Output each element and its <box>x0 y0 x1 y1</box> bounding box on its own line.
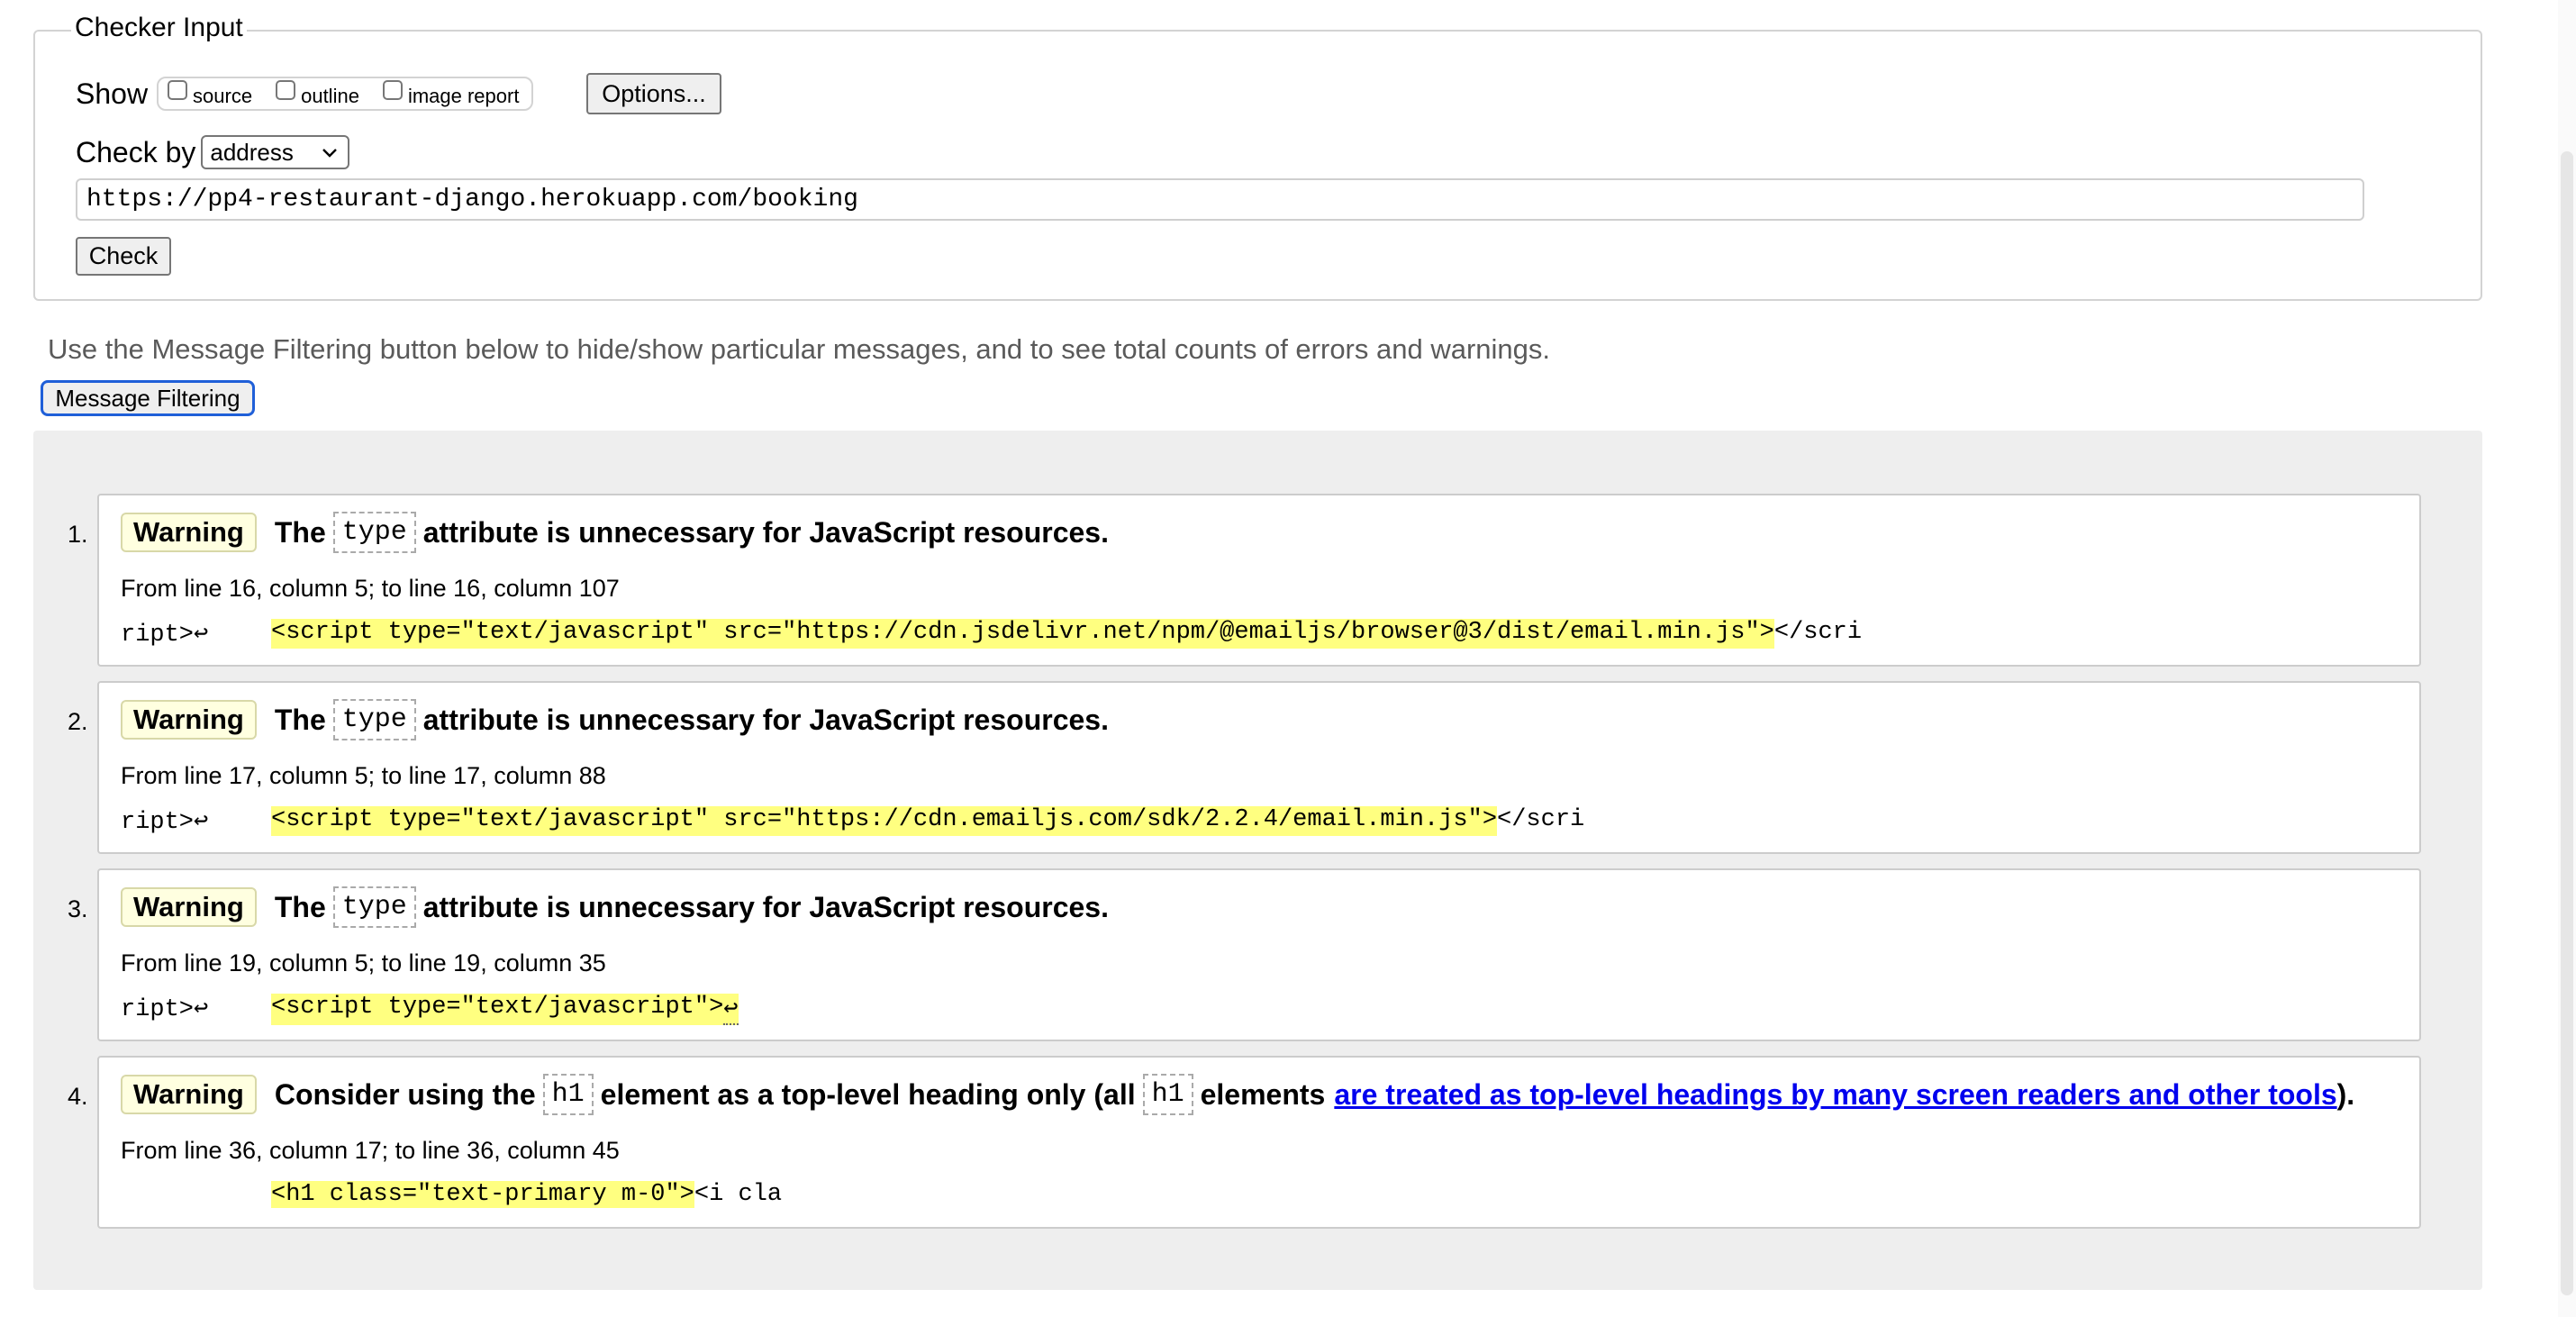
url-input-value: https://pp4-restaurant-django.herokuapp.… <box>86 186 858 213</box>
extract-highlight: <script type="text/javascript" src="http… <box>271 619 1774 649</box>
image-report-checkbox[interactable] <box>382 80 403 100</box>
message-number: 2. <box>68 708 88 735</box>
outline-checkbox-label: outline <box>301 85 359 107</box>
message-filtering-note: Use the Message Filtering button below t… <box>48 333 1551 365</box>
screen-readers-link[interactable]: are treated as top-level headings by man… <box>1334 1078 2336 1111</box>
message-item: Warning The type attribute is unnecessar… <box>97 494 2421 667</box>
message-title: Warning Consider using the h1 element as… <box>121 1074 2354 1115</box>
extract-suffix: </scri <box>1773 619 1863 646</box>
check-by-selected-value: address <box>210 138 294 166</box>
code-snippet: type <box>332 699 416 740</box>
show-row: Show source outline image report <box>76 74 534 114</box>
message-location: From line 17, column 5; to line 17, colu… <box>121 762 606 789</box>
warning-badge: Warning <box>121 887 257 927</box>
message-title: Warning The type attribute is unnecessar… <box>121 886 1109 928</box>
check-button[interactable]: Check <box>76 237 171 276</box>
chevron-down-icon <box>319 141 340 169</box>
warning-badge: Warning <box>121 513 257 552</box>
source-checkbox-label: source <box>193 85 253 107</box>
message-location: From line 19, column 5; to line 19, colu… <box>121 949 606 976</box>
message-number: 3. <box>68 895 88 922</box>
image-report-checkbox-label: image report <box>407 85 520 107</box>
message-title: Warning The type attribute is unnecessar… <box>121 512 1109 553</box>
source-checkbox[interactable] <box>168 80 188 100</box>
message-filtering-button[interactable]: Message Filtering <box>41 380 255 416</box>
show-options-group: source outline image report <box>157 77 534 111</box>
outline-checkbox[interactable] <box>276 80 296 100</box>
check-by-select[interactable]: address <box>201 135 350 169</box>
message-extract: ript>↩ <script type="text/javascript"> ↩ <box>121 994 739 1025</box>
show-label: Show <box>76 77 149 110</box>
vertical-scrollbar[interactable] <box>2558 0 2576 1317</box>
extract-suffix: </scri <box>1497 806 1585 833</box>
message-number: 1. <box>68 521 88 548</box>
code-snippet: h1 <box>1142 1074 1193 1115</box>
scrollbar-thumb[interactable] <box>2561 151 2573 1295</box>
extract-highlight: <script type="text/javascript" src="http… <box>271 806 1498 836</box>
warning-badge: Warning <box>121 700 257 740</box>
check-by-row: Check by address <box>76 135 350 169</box>
return-icon: ↩ <box>723 994 739 1025</box>
options-button[interactable]: Options... <box>586 73 721 114</box>
checker-input-legend: Checker Input <box>71 13 247 43</box>
warning-badge: Warning <box>121 1075 257 1114</box>
code-snippet: type <box>332 512 416 553</box>
message-number: 4. <box>68 1083 88 1110</box>
message-extract: <h1 class="text-primary m-0"> <i cla <box>121 1181 782 1208</box>
checker-input-fieldset <box>33 30 2482 301</box>
extract-prefix: ript>↩ <box>121 622 209 649</box>
show-outline-option[interactable]: outline <box>276 79 359 108</box>
extract-highlight: <h1 class="text-primary m-0"> <box>271 1181 694 1208</box>
url-input[interactable]: https://pp4-restaurant-django.herokuapp.… <box>76 178 2364 221</box>
extract-prefix: ript>↩ <box>121 996 209 1023</box>
show-source-option[interactable]: source <box>168 79 252 108</box>
code-snippet: type <box>332 886 416 928</box>
message-location: From line 36, column 17; to line 36, col… <box>121 1137 620 1164</box>
message-item: Warning Consider using the h1 element as… <box>97 1056 2421 1229</box>
message-item: Warning The type attribute is unnecessar… <box>97 868 2421 1041</box>
extract-highlight: <script type="text/javascript"> <box>271 994 724 1025</box>
message-item: Warning The type attribute is unnecessar… <box>97 681 2421 854</box>
message-title: Warning The type attribute is unnecessar… <box>121 699 1109 740</box>
show-image-report-option[interactable]: image report <box>382 79 520 108</box>
check-by-label: Check by <box>76 135 196 168</box>
message-extract: ript>↩ <script type="text/javascript" sr… <box>121 619 1862 649</box>
extract-suffix: <i cla <box>694 1181 783 1208</box>
code-snippet: h1 <box>542 1074 594 1115</box>
message-location: From line 16, column 5; to line 16, colu… <box>121 575 620 602</box>
message-extract: ript>↩ <script type="text/javascript" sr… <box>121 806 1584 836</box>
extract-prefix: ript>↩ <box>121 809 209 836</box>
